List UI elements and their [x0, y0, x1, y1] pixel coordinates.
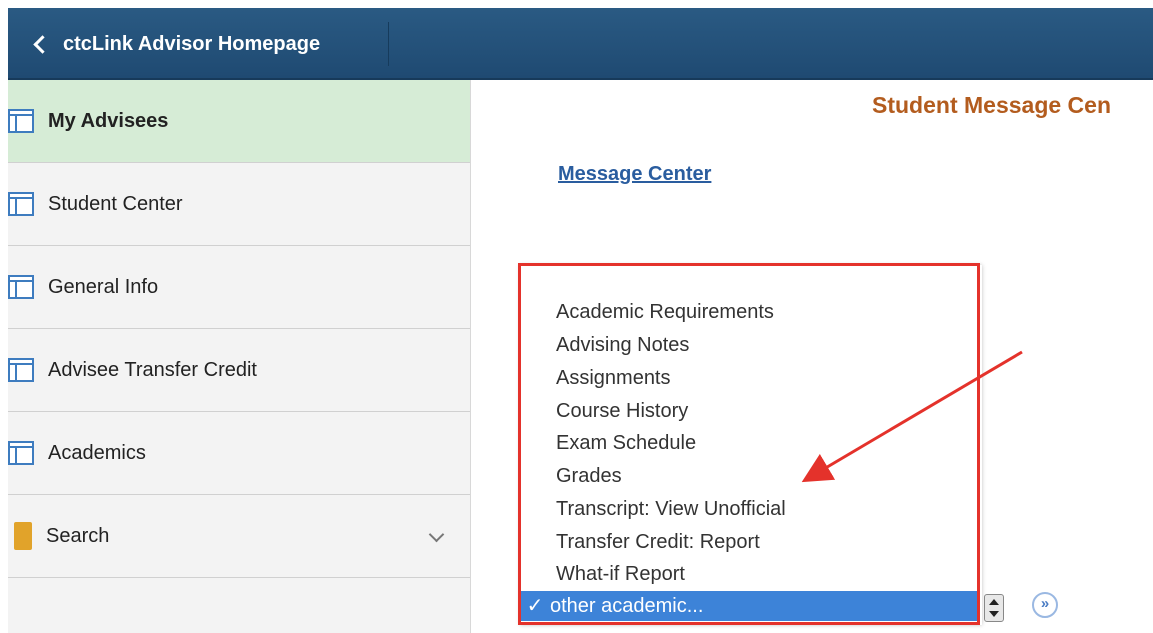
dropdown-option[interactable]: Advising Notes: [556, 334, 689, 357]
chevron-down-icon[interactable]: [428, 526, 445, 543]
academics-dropdown-list[interactable]: Academic Requirements Advising Notes Ass…: [520, 265, 982, 625]
page-icon: [8, 441, 34, 465]
back-button-label: ctcLink Advisor Homepage: [63, 32, 321, 55]
dropdown-option-selected[interactable]: ✓ other academic...: [520, 591, 978, 621]
select-stepper-icon[interactable]: [984, 594, 1004, 622]
sidebar-item-student-center[interactable]: Student Center: [8, 163, 470, 246]
sidebar-item-search[interactable]: Search: [8, 495, 470, 578]
back-to-advisor-homepage-button[interactable]: ctcLink Advisor Homepage: [18, 22, 389, 66]
chevron-left-icon: [33, 34, 52, 54]
dropdown-option[interactable]: Transcript: View Unofficial: [556, 498, 786, 521]
dropdown-option[interactable]: Academic Requirements: [556, 301, 774, 324]
sidebar-item-academics[interactable]: Academics: [8, 412, 470, 495]
message-center-link[interactable]: Message Center: [558, 163, 711, 186]
page-icon: [8, 192, 34, 216]
sidebar-item-my-advisees[interactable]: My Advisees: [8, 80, 470, 163]
sidebar-item-label: General Info: [48, 275, 159, 298]
page-title: Student Message Cen: [872, 92, 1111, 118]
dropdown-option[interactable]: Grades: [556, 465, 622, 488]
folder-icon: [14, 522, 32, 550]
selected-option-label: other academic...: [550, 595, 704, 617]
sidebar-item-general-info[interactable]: General Info: [8, 246, 470, 329]
check-icon: ✓: [526, 595, 544, 617]
dropdown-option[interactable]: Assignments: [556, 367, 671, 390]
page-icon: [8, 358, 34, 382]
dropdown-option[interactable]: What-if Report: [556, 563, 685, 586]
go-button[interactable]: »: [1032, 592, 1058, 618]
sidebar-item-label: Student Center: [48, 192, 183, 215]
sidebar-item-label: My Advisees: [48, 109, 169, 132]
sidebar-item-advisee-transfer-credit[interactable]: Advisee Transfer Credit: [8, 329, 470, 412]
sidebar-item-label: Academics: [48, 441, 146, 464]
dropdown-option[interactable]: Course History: [556, 400, 688, 423]
sidebar: My Advisees Student Center General Info …: [8, 80, 471, 633]
page-icon: [8, 109, 34, 133]
top-header-bar: ctcLink Advisor Homepage: [8, 8, 1153, 80]
sidebar-item-label: Search: [46, 524, 110, 547]
page-icon: [8, 275, 34, 299]
dropdown-option[interactable]: Exam Schedule: [556, 432, 696, 455]
dropdown-option[interactable]: Transfer Credit: Report: [556, 531, 760, 554]
sidebar-item-label: Advisee Transfer Credit: [48, 358, 257, 381]
